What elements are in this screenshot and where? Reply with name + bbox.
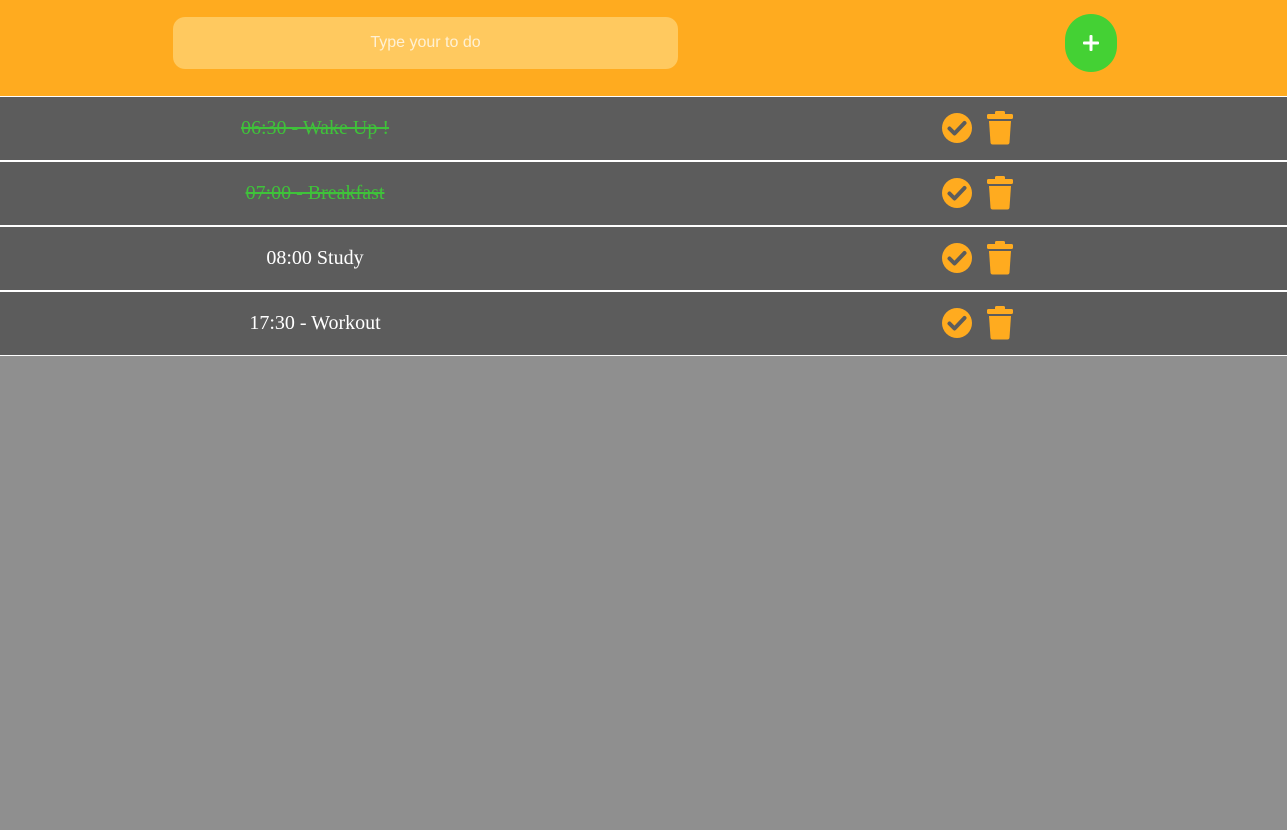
todo-item-text: 06:30 - Wake Up ! (241, 117, 389, 139)
delete-button[interactable] (985, 176, 1015, 210)
trash-icon (987, 306, 1013, 340)
complete-button[interactable] (941, 112, 973, 144)
todo-item-text: 17:30 - Workout (249, 312, 381, 334)
check-circle-icon (942, 113, 972, 143)
complete-button[interactable] (941, 307, 973, 339)
todo-input[interactable] (173, 17, 678, 69)
delete-button[interactable] (985, 241, 1015, 275)
check-circle-icon (942, 308, 972, 338)
complete-button[interactable] (941, 242, 973, 274)
trash-icon (987, 176, 1013, 210)
delete-button[interactable] (985, 306, 1015, 340)
check-circle-icon (942, 243, 972, 273)
todo-item: 08:00 Study (0, 227, 1287, 292)
add-todo-button[interactable] (1065, 14, 1117, 72)
todo-item: 06:30 - Wake Up ! (0, 97, 1287, 162)
app-header (0, 0, 1287, 96)
trash-icon (987, 241, 1013, 275)
complete-button[interactable] (941, 177, 973, 209)
todo-item-text: 08:00 Study (266, 247, 364, 269)
todo-list: 06:30 - Wake Up ! 07:00 - Breakfast 08:0… (0, 96, 1287, 356)
delete-button[interactable] (985, 111, 1015, 145)
todo-item: 17:30 - Workout (0, 292, 1287, 356)
todo-item: 07:00 - Breakfast (0, 162, 1287, 227)
trash-icon (987, 111, 1013, 145)
todo-item-text: 07:00 - Breakfast (245, 182, 385, 204)
check-circle-icon (942, 178, 972, 208)
plus-icon (1083, 35, 1099, 51)
